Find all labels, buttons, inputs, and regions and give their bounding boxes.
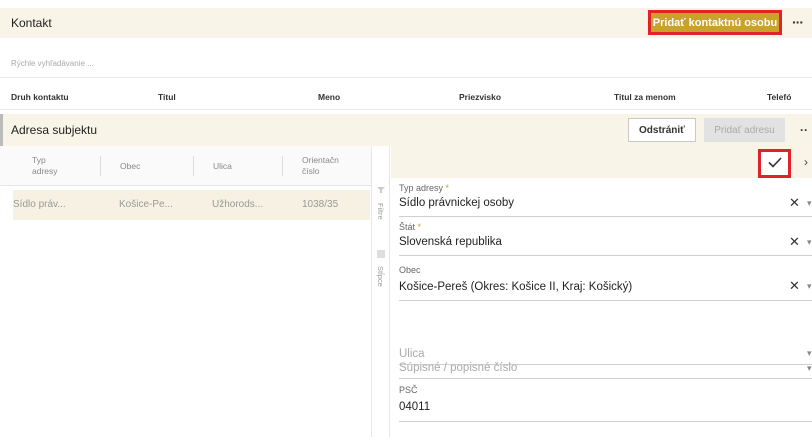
filters-tab[interactable]: Filtre xyxy=(376,203,385,220)
column-last-name[interactable]: Priezvisko xyxy=(459,92,501,102)
clear-icon[interactable]: ✕ xyxy=(789,234,800,250)
field-value: Košice-Pereš (Okres: Košice II, Kraj: Ko… xyxy=(399,281,633,293)
column-first-name[interactable]: Meno xyxy=(318,92,340,102)
columns-tab[interactable]: Stĺpce xyxy=(376,266,385,287)
remove-button[interactable]: Odstrániť xyxy=(628,118,696,142)
postal-code-field[interactable]: PSČ 04011 xyxy=(399,385,812,422)
clear-icon[interactable]: ✕ xyxy=(789,195,800,211)
form-toolbar xyxy=(391,146,812,178)
columns-icon xyxy=(377,250,385,258)
chevron-down-icon[interactable]: ▾ xyxy=(807,198,812,209)
clear-icon[interactable]: ✕ xyxy=(789,278,800,294)
column-municipality[interactable]: Obec xyxy=(120,146,140,186)
street-field[interactable]: Ulica ▾ xyxy=(399,320,812,365)
field-label: Typ adresy xyxy=(399,183,444,193)
filter-icon xyxy=(377,186,385,194)
add-address-button[interactable]: Pridať adresu xyxy=(704,118,785,142)
column-separator[interactable] xyxy=(100,156,101,176)
cell-address-type: Sídlo práv... xyxy=(13,199,66,210)
municipality-field[interactable]: Obec Košice-Pereš (Okres: Košice II, Kra… xyxy=(399,265,812,301)
column-title-after-name[interactable]: Titul za menom xyxy=(614,92,676,102)
column-separator[interactable] xyxy=(193,156,194,176)
required-marker: * xyxy=(443,183,450,193)
quick-search-input[interactable] xyxy=(0,50,812,78)
more-icon[interactable]: ··· xyxy=(792,14,804,30)
table-row[interactable]: Sídlo práv... Košice-Pe... Užhorods... 1… xyxy=(13,190,370,220)
field-label: Štát xyxy=(399,222,416,232)
column-street[interactable]: Ulica xyxy=(213,146,232,186)
cell-orientation-number: 1038/35 xyxy=(302,199,339,210)
field-value: Slovenská republika xyxy=(399,236,502,248)
contact-grid-header: Druh kontaktu Titul Meno Priezvisko Titu… xyxy=(0,84,812,110)
address-grid-header: Typ adresy Obec Ulica Orientačn číslo xyxy=(0,146,372,186)
field-label: Obec xyxy=(399,265,421,275)
address-type-field[interactable]: Typ adresy * Sídlo právnickej osoby ✕ ▾ xyxy=(399,183,812,217)
address-panel-header: Adresa subjektu Odstrániť Pridať adresu … xyxy=(0,114,812,146)
check-icon xyxy=(767,156,782,171)
chevron-down-icon[interactable]: ▾ xyxy=(807,237,812,248)
chevron-down-icon[interactable]: ▾ xyxy=(807,281,812,292)
address-panel-title: Adresa subjektu xyxy=(11,123,98,137)
cell-street: Užhorods... xyxy=(212,199,264,210)
field-placeholder: Ulica xyxy=(399,348,425,360)
chevron-down-icon[interactable]: ▾ xyxy=(807,363,812,374)
add-contact-person-button[interactable]: Pridať kontaktnú osobu xyxy=(648,10,782,35)
field-placeholder: Súpisné / popisné číslo xyxy=(399,362,518,374)
column-address-type[interactable]: Typ adresy xyxy=(32,146,58,186)
field-value: Sídlo právnickej osoby xyxy=(399,197,515,209)
column-title[interactable]: Titul xyxy=(158,92,176,102)
save-button[interactable] xyxy=(758,149,791,178)
more-icon[interactable]: ·· xyxy=(800,123,808,137)
field-label: PSČ xyxy=(399,385,418,395)
field-underline xyxy=(399,378,812,379)
column-separator[interactable] xyxy=(282,156,283,176)
side-tool-strip: Filtre Stĺpce xyxy=(371,146,390,437)
contact-panel-header: Kontakt Pridať kontaktnú osobu ··· xyxy=(0,8,812,38)
chevron-down-icon[interactable]: ▾ xyxy=(807,348,812,359)
cell-municipality: Košice-Pe... xyxy=(119,199,173,210)
field-value: 04011 xyxy=(399,401,431,413)
column-phone[interactable]: Telefó xyxy=(767,92,791,102)
close-icon[interactable]: › xyxy=(804,155,808,169)
column-contact-type[interactable]: Druh kontaktu xyxy=(11,92,69,102)
country-field[interactable]: Štát * Slovenská republika ✕ ▾ xyxy=(399,222,812,256)
registry-number-field[interactable]: Súpisné / popisné číslo ▾ xyxy=(399,362,812,378)
required-marker: * xyxy=(415,222,422,232)
contact-panel-title: Kontakt xyxy=(11,16,52,30)
column-orientation-number[interactable]: Orientačn číslo xyxy=(302,146,339,186)
